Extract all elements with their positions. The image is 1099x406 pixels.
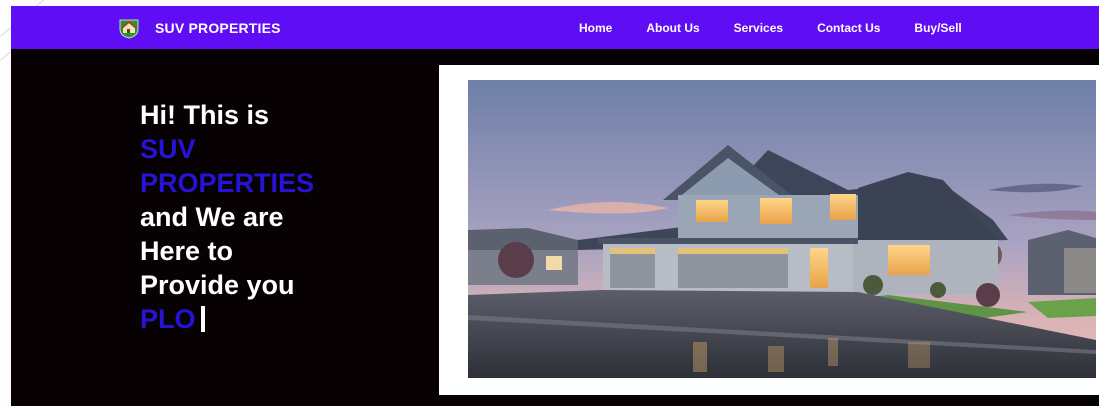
hero-line: and We are	[140, 202, 284, 232]
nav-link-home[interactable]: Home	[579, 21, 612, 35]
nav-link-about-us[interactable]: About Us	[646, 21, 699, 35]
house-badge-icon	[118, 17, 140, 39]
typing-cursor	[200, 306, 205, 332]
nav-link-services[interactable]: Services	[734, 21, 783, 35]
nav-link-contact-us[interactable]: Contact Us	[817, 21, 880, 35]
hero-line: Provide you	[140, 270, 295, 300]
website: SUV PROPERTIES Home About Us Services Co…	[11, 6, 1099, 406]
nav-link-buy-sell[interactable]: Buy/Sell	[914, 21, 961, 35]
house-photo	[468, 80, 1096, 378]
hero-line-accent: PROPERTIES	[140, 168, 315, 198]
hero-line: Here to	[140, 236, 234, 266]
hero-heading: Hi! This is SUV PROPERTIES and We are He…	[140, 98, 440, 336]
typing-line: PLO	[140, 302, 440, 336]
hero-photo-frame	[439, 65, 1099, 395]
nav-menu: Home About Us Services Contact Us Buy/Se…	[579, 6, 996, 49]
navbar: SUV PROPERTIES Home About Us Services Co…	[11, 6, 1099, 49]
hero-line-accent: SUV	[140, 134, 196, 164]
typed-word: PLO	[140, 304, 196, 334]
hero-line: Hi! This is	[140, 100, 270, 130]
brand-name: SUV PROPERTIES	[155, 20, 281, 36]
brand[interactable]: SUV PROPERTIES	[118, 13, 281, 43]
